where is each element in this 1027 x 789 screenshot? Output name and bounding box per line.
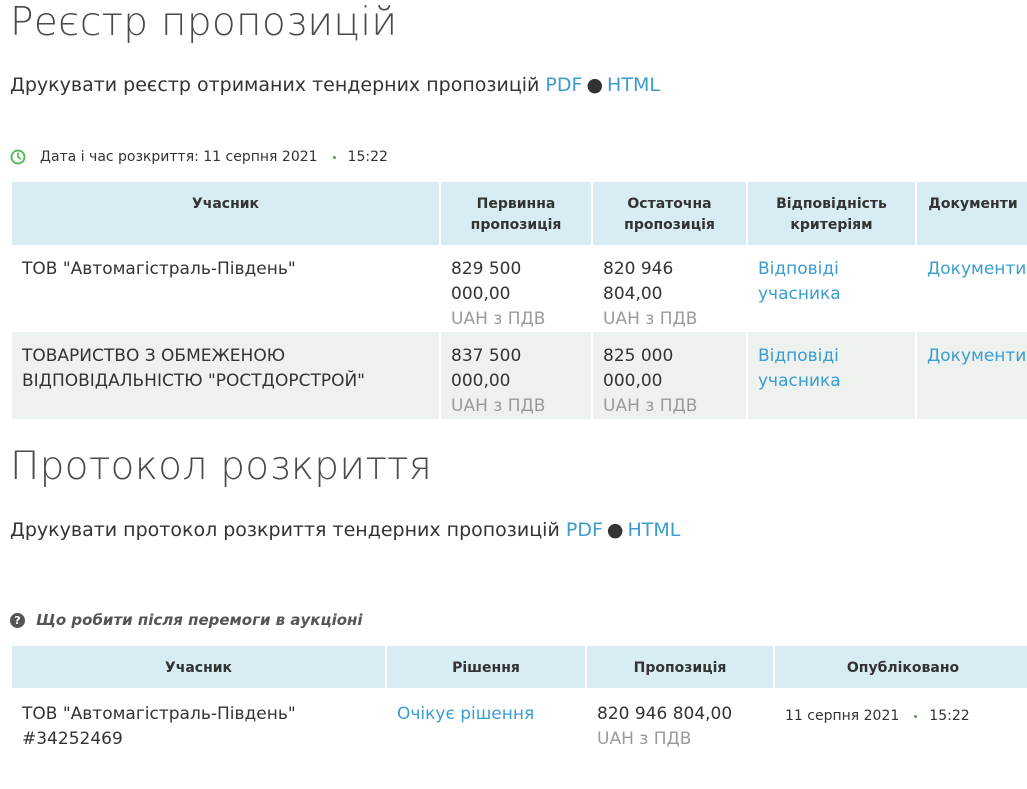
final-offer: 825 000 000,00 UAH з ПДВ: [593, 332, 746, 419]
participant-name: ТОВАРИСТВО З ОБМЕЖЕНОЮ ВІДПОВІДАЛЬНІСТЮ …: [12, 332, 439, 419]
protocol-header-row: Учасник Рішення Пропозиція Опубліковано: [12, 646, 1027, 688]
registry-print-text: Друкувати реєстр отриманих тендерних про…: [10, 74, 540, 96]
amount: 837 500 000,00: [451, 346, 522, 391]
table-row: ТОВ "Автомагістраль-Південь" #34252469 Оч…: [12, 688, 1027, 768]
documents-cell: Документи: [917, 332, 1027, 419]
documents-link[interactable]: Документи: [927, 346, 1026, 366]
opening-date: Дата і час розкриття: 11 серпня 2021: [40, 149, 318, 165]
currency-unit: UAH з ПДВ: [451, 309, 546, 329]
col-participant: Учасник: [12, 646, 385, 688]
col-published: Опубліковано: [775, 646, 1027, 688]
published-date: 11 серпня 2021: [785, 708, 900, 724]
col-criteria: Відповідність критеріям: [748, 182, 915, 245]
time-dot-icon: [332, 155, 336, 159]
col-final-offer: Остаточна пропозиція: [593, 182, 746, 245]
participant-name: ТОВ "Автомагістраль-Південь": [12, 245, 439, 332]
clock-icon: [10, 149, 26, 165]
separator-dot: ●: [586, 74, 604, 96]
amount: 829 500 000,00: [451, 259, 522, 304]
time-dot-icon: [914, 715, 918, 718]
question-icon: ?: [10, 612, 25, 628]
participant-id: #34252469: [22, 729, 123, 749]
col-offer: Пропозиція: [587, 646, 773, 688]
registry-pdf-link[interactable]: PDF: [545, 74, 582, 96]
documents-link[interactable]: Документи: [927, 259, 1026, 279]
final-offer: 820 946 804,00 UAH з ПДВ: [593, 245, 746, 332]
col-documents: Документи: [917, 182, 1027, 245]
decision-cell: Очікує рішення: [387, 688, 585, 768]
participant-cell: ТОВ "Автомагістраль-Південь" #34252469: [12, 688, 385, 768]
opening-time: 15:22: [347, 149, 388, 165]
currency-unit: UAH з ПДВ: [451, 396, 546, 416]
criteria-cell: Відповіді учасника: [748, 245, 915, 332]
published-cell: 11 серпня 2021 15:22: [775, 688, 1027, 768]
table-row: ТОВАРИСТВО З ОБМЕЖЕНОЮ ВІДПОВІДАЛЬНІСТЮ …: [12, 332, 1027, 419]
amount: 820 946 804,00: [603, 259, 674, 304]
registry-title: Реєстр пропозицій: [10, 0, 398, 45]
participant-answers-link[interactable]: Відповіді учасника: [758, 259, 841, 304]
criteria-cell: Відповіді учасника: [748, 332, 915, 419]
registry-print-line: Друкувати реєстр отриманих тендерних про…: [10, 74, 660, 96]
help-link[interactable]: ? Що робити після перемоги в аукціоні: [10, 611, 363, 629]
awaiting-decision-link[interactable]: Очікує рішення: [397, 704, 534, 724]
bids-table: Учасник Первинна пропозиція Остаточна пр…: [10, 182, 1027, 419]
protocol-print-text: Друкувати протокол розкриття тендерних п…: [10, 519, 560, 541]
currency-unit: UAH з ПДВ: [603, 396, 698, 416]
protocol-html-link[interactable]: HTML: [627, 519, 680, 541]
bids-header-row: Учасник Первинна пропозиція Остаточна пр…: [12, 182, 1027, 245]
col-initial-offer: Первинна пропозиція: [441, 182, 591, 245]
participant-answers-link[interactable]: Відповіді учасника: [758, 346, 841, 391]
col-decision: Рішення: [387, 646, 585, 688]
registry-html-link[interactable]: HTML: [607, 74, 660, 96]
table-row: ТОВ "Автомагістраль-Південь" 829 500 000…: [12, 245, 1027, 332]
initial-offer: 837 500 000,00 UAH з ПДВ: [441, 332, 591, 419]
initial-offer: 829 500 000,00 UAH з ПДВ: [441, 245, 591, 332]
amount: 820 946 804,00: [597, 704, 733, 724]
published-time: 15:22: [929, 708, 970, 724]
participant-name: ТОВ "Автомагістраль-Південь": [22, 704, 296, 724]
protocol-pdf-link[interactable]: PDF: [566, 519, 603, 541]
protocol-title: Протокол розкриття: [10, 444, 433, 489]
published-datetime: 11 серпня 2021 15:22: [785, 702, 1021, 729]
separator-dot: ●: [606, 519, 624, 541]
offer-cell: 820 946 804,00 UAH з ПДВ: [587, 688, 773, 768]
currency-unit: UAH з ПДВ: [597, 729, 692, 749]
documents-cell: Документи: [917, 245, 1027, 332]
protocol-table: Учасник Рішення Пропозиція Опубліковано …: [10, 646, 1027, 768]
opening-datetime: Дата і час розкриття: 11 серпня 2021 15:…: [10, 149, 388, 165]
protocol-print-line: Друкувати протокол розкриття тендерних п…: [10, 519, 680, 541]
currency-unit: UAH з ПДВ: [603, 309, 698, 329]
help-text[interactable]: Що робити після перемоги в аукціоні: [36, 611, 363, 629]
amount: 825 000 000,00: [603, 346, 674, 391]
col-participant: Учасник: [12, 182, 439, 245]
